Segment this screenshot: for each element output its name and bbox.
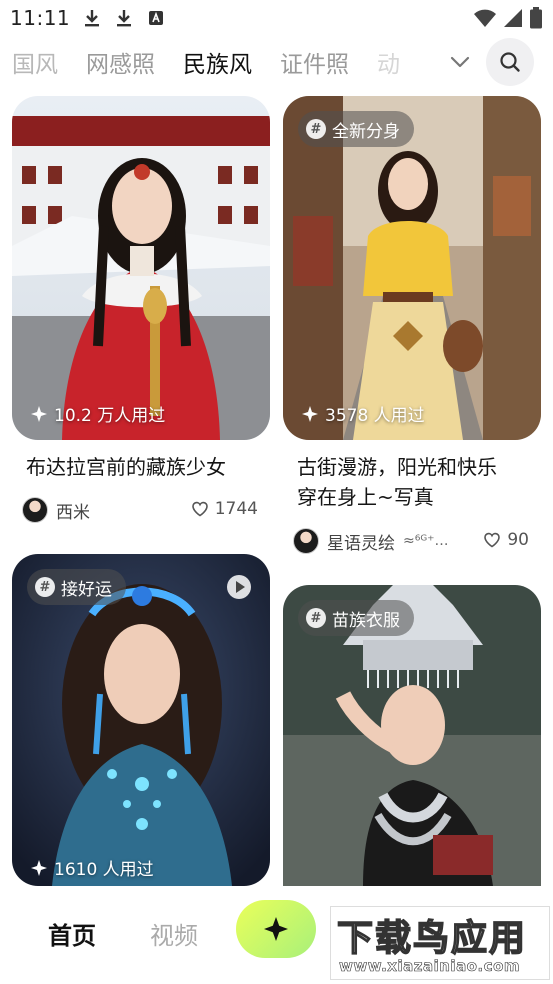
tag-label: 苗族衣服	[332, 610, 400, 631]
like-button[interactable]: 1744	[191, 499, 258, 519]
sparkle-icon	[264, 917, 288, 941]
tag-pill[interactable]: # 接好运	[27, 569, 126, 605]
card-title-line: 古街漫游，阳光和快乐	[297, 455, 497, 479]
like-count: 90	[507, 530, 529, 550]
tab-minzufeng[interactable]: 民族风	[181, 45, 254, 81]
card-title[interactable]: 古街漫游，阳光和快乐 穿在身上~写真	[297, 452, 497, 512]
usage-text: 3578 人用过	[325, 406, 425, 426]
status-system-icons	[473, 7, 543, 29]
tag-label: 接好运	[61, 579, 112, 600]
tibetan-girl-image	[12, 96, 270, 440]
watermark-logo: 下载鸟应用 www.xiazainiao.com	[330, 906, 550, 980]
download-icon	[82, 8, 102, 28]
usage-count: 3578 人用过	[301, 401, 425, 426]
signal-icon	[504, 9, 522, 27]
card-title[interactable]: 布达拉宫前的藏族少女	[26, 452, 226, 482]
avatar	[22, 497, 48, 523]
category-tabs: 国风 网感照 民族风 证件照 动	[0, 36, 553, 88]
chevron-down-icon[interactable]	[445, 50, 475, 74]
nav-video[interactable]: 视频	[150, 916, 198, 951]
video-play-icon	[227, 575, 251, 599]
author-info[interactable]: 星语灵绘 ≈⁶ᴳ⁺…	[293, 528, 449, 554]
status-notification-icons	[82, 8, 166, 28]
category-tabs-track: 国风 网感照 民族风 证件照 动	[0, 36, 428, 88]
tab-guofeng[interactable]: 国风	[12, 45, 58, 79]
tab-zhengjian[interactable]: 证件照	[280, 45, 349, 79]
author-info[interactable]: 西米	[22, 497, 90, 523]
old-street-girl-image	[283, 96, 541, 440]
tag-pill[interactable]: # 苗族衣服	[298, 600, 414, 636]
card-thumbnail[interactable]: 10.2 万人用过	[12, 96, 270, 440]
author-badge: ≈⁶ᴳ⁺…	[403, 533, 449, 549]
usage-count: 10.2 万人用过	[30, 401, 165, 426]
card-title-line: 穿在身上~写真	[297, 485, 434, 509]
wifi-icon	[474, 9, 496, 27]
author-name: 西米	[56, 502, 90, 523]
card-thumbnail[interactable]: # 苗族衣服	[283, 585, 541, 886]
font-a-icon	[146, 8, 166, 28]
hashtag-icon: #	[35, 577, 55, 597]
tab-wanggan[interactable]: 网感照	[86, 45, 155, 79]
heart-icon	[484, 532, 501, 548]
download-icon	[114, 8, 134, 28]
hashtag-icon: #	[306, 608, 326, 628]
card-thumbnail[interactable]: # 接好运 1610 人用过	[12, 554, 270, 886]
like-count: 1744	[214, 499, 258, 519]
hashtag-icon: #	[306, 119, 326, 139]
usage-count: 1610 人用过	[30, 855, 154, 880]
author-name: 星语灵绘	[327, 533, 395, 554]
status-time: 11:11	[10, 6, 71, 30]
sparkle-icon	[31, 405, 47, 422]
template-card[interactable]: 10.2 万人用过 布达拉宫前的藏族少女 西米 1744	[12, 96, 270, 536]
heart-icon	[191, 501, 208, 517]
sparkle-icon	[31, 859, 47, 876]
bottom-nav: 首页 视频 下载鸟应用 www.xiazainiao.com	[0, 886, 553, 984]
tab-dong[interactable]: 动	[377, 45, 400, 79]
search-icon	[500, 52, 520, 72]
nav-home[interactable]: 首页	[48, 916, 96, 951]
tag-pill[interactable]: # 全新分身	[298, 111, 414, 147]
watermark-url: www.xiazainiao.com	[339, 957, 521, 976]
avatar	[293, 528, 319, 554]
watermark-title: 下载鸟应用	[336, 917, 528, 960]
usage-text: 1610 人用过	[54, 860, 154, 880]
battery-icon	[530, 7, 542, 29]
tag-label: 全新分身	[332, 121, 400, 142]
template-card[interactable]: # 全新分身 3578 人用过 古街漫游，阳光和快乐 穿在身上~写真 星语灵绘 …	[283, 96, 541, 566]
sparkle-icon	[302, 405, 318, 422]
like-button[interactable]: 90	[483, 530, 529, 550]
search-button[interactable]	[486, 38, 534, 86]
template-card[interactable]: # 接好运 1610 人用过	[12, 554, 270, 886]
card-thumbnail[interactable]: # 全新分身 3578 人用过	[283, 96, 541, 440]
status-bar: 11:11	[0, 0, 553, 38]
usage-text: 10.2 万人用过	[54, 406, 166, 426]
create-button[interactable]	[236, 900, 316, 958]
template-card[interactable]: # 苗族衣服	[283, 585, 541, 886]
